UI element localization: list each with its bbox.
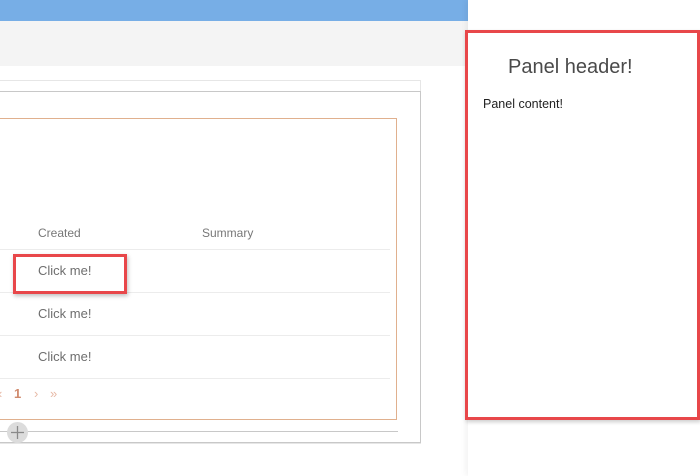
panel-header: Panel header! — [508, 56, 633, 78]
panel-highlight — [465, 30, 700, 420]
page-background: Created Summary Click me! Click me! Clic… — [0, 0, 468, 476]
section-divider — [0, 431, 398, 432]
next-page-icon[interactable]: › — [34, 385, 38, 403]
previous-page-icon[interactable]: ‹ — [0, 385, 2, 403]
click-me-highlight — [13, 254, 127, 294]
row-divider — [0, 378, 390, 379]
table-row: Click me! — [0, 293, 390, 335]
suite-bar — [0, 0, 468, 21]
click-me-link[interactable]: Click me! — [38, 336, 91, 378]
panel-content: Panel content! — [483, 97, 563, 111]
last-page-icon[interactable]: » — [50, 385, 57, 403]
plus-icon — [11, 426, 24, 439]
add-section-button[interactable] — [7, 422, 28, 443]
column-header-summary[interactable]: Summary — [202, 226, 253, 240]
table-row: Click me! — [0, 336, 390, 378]
pagination: ‹ 1 › » — [0, 385, 80, 403]
column-header-created[interactable]: Created — [38, 226, 81, 240]
click-me-link[interactable]: Click me! — [38, 293, 91, 335]
page-number-button[interactable]: 1 — [14, 385, 21, 403]
